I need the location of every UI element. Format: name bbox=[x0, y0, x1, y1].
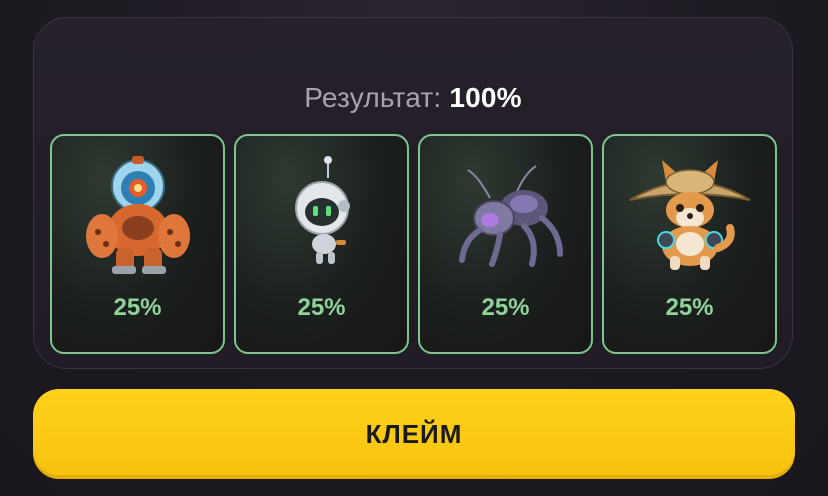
reward-screen: Результат: 100% 25% 25% 25% 25% КЛЕЙМ bbox=[0, 0, 828, 496]
drone-bot-icon bbox=[295, 156, 350, 264]
spider-bot-icon bbox=[459, 165, 563, 267]
reward-percent: 25% bbox=[481, 294, 530, 321]
claim-button[interactable]: КЛЕЙМ bbox=[33, 389, 795, 479]
result-label: Результат: bbox=[304, 82, 442, 113]
shiba-dog-icon bbox=[629, 160, 751, 270]
result-line: Результат: 100% bbox=[34, 81, 792, 115]
reward-card-drone[interactable]: 25% bbox=[234, 134, 409, 354]
reward-cards: 25% 25% 25% 25% bbox=[50, 134, 778, 354]
result-value: 100% bbox=[449, 82, 522, 113]
reward-percent: 25% bbox=[665, 294, 714, 321]
robot-mech-icon bbox=[86, 156, 190, 274]
reward-percent: 25% bbox=[113, 294, 162, 321]
reward-card-shiba[interactable]: 25% bbox=[602, 134, 777, 354]
reward-card-spider[interactable]: 25% bbox=[418, 134, 593, 354]
reward-card-mech[interactable]: 25% bbox=[50, 134, 225, 354]
reward-percent: 25% bbox=[297, 294, 346, 321]
